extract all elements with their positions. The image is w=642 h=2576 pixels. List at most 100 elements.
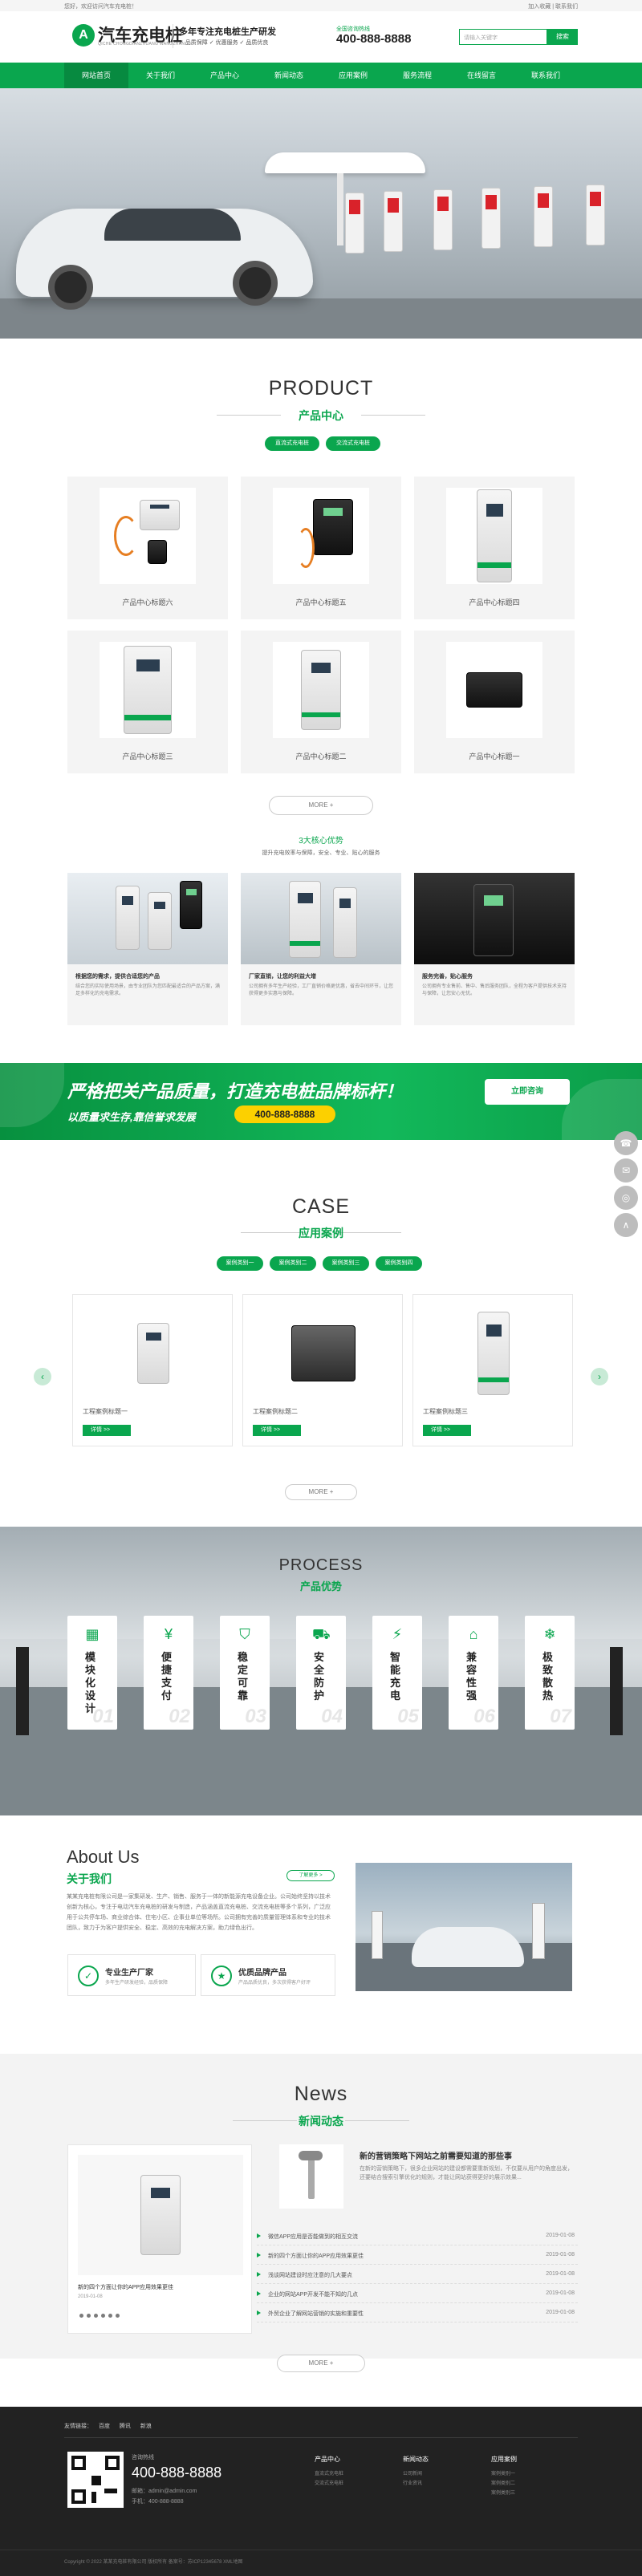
footer-col-item[interactable]: 案例类别三 [491, 2489, 515, 2496]
nav-item-message[interactable]: 在线留言 [449, 63, 514, 88]
case-name[interactable]: 工程案例标题三 [423, 1407, 468, 1416]
case-more-button[interactable]: MORE + [285, 1484, 357, 1500]
process-card[interactable]: ❄ 极致散热 07 [525, 1616, 575, 1730]
nav-item-products[interactable]: 产品中心 [193, 63, 257, 88]
friend-link[interactable]: 腾讯 [120, 2424, 131, 2429]
footer-col-item[interactable]: 公司新闻 [403, 2469, 422, 2477]
case-prev-arrow[interactable]: ‹ [34, 1368, 51, 1385]
phone-float-icon[interactable]: ☎ [614, 1131, 638, 1155]
mail-float-icon[interactable]: ✉ [614, 1158, 638, 1183]
process-card[interactable]: ▦ 模块化设计 01 [67, 1616, 117, 1730]
news-left-title[interactable]: 新的四个方面让你的APP应用效果更佳 [78, 2283, 173, 2291]
news-row[interactable]: 浅谈网站建设时应注意的几大要点 2019-01-08 [257, 2265, 578, 2284]
product-name[interactable]: 产品中心标题五 [241, 597, 401, 607]
product-name[interactable]: 产品中心标题六 [67, 597, 228, 607]
news-row[interactable]: 新的四个方面让你的APP应用效果更佳 2019-01-08 [257, 2245, 578, 2265]
nav-item-cases[interactable]: 应用案例 [321, 63, 385, 88]
product-card[interactable]: 产品中心标题六 [67, 477, 228, 619]
case-tab[interactable]: 案例类别一 [217, 1256, 263, 1271]
product-title-en: PRODUCT [268, 377, 374, 400]
case-tab[interactable]: 案例类别四 [376, 1256, 422, 1271]
search-button[interactable]: 搜索 [547, 29, 578, 45]
process-card[interactable]: ¥ 便捷支付 02 [144, 1616, 193, 1730]
product-name[interactable]: 产品中心标题一 [414, 751, 575, 761]
product-name[interactable]: 产品中心标题四 [414, 597, 575, 607]
product-card[interactable]: 产品中心标题三 [67, 631, 228, 773]
case-name[interactable]: 工程案例标题二 [253, 1407, 298, 1416]
news-dot[interactable] [79, 2314, 83, 2318]
news-dot[interactable] [87, 2314, 91, 2318]
case-card[interactable]: 工程案例标题二 详情 >> [242, 1294, 403, 1446]
news-feature-title[interactable]: 新的营销策略下网站之前需要知道的那些事 [360, 2149, 512, 2161]
product-more-button[interactable]: MORE + [269, 796, 373, 815]
news-row[interactable]: 微信APP应用是否能做到的相互交流 2019-01-08 [257, 2226, 578, 2245]
news-row[interactable]: 外贸企业了解网站营销的实施和重要性 2019-01-08 [257, 2303, 578, 2322]
footer-col-item[interactable]: 案例类别二 [491, 2479, 515, 2486]
case-detail-button[interactable]: 详情 >> [83, 1425, 131, 1436]
news-row-title[interactable]: 新的四个方面让你的APP应用效果更佳 [268, 2252, 364, 2260]
top-links[interactable]: 加入收藏 | 联系我们 [528, 2, 578, 10]
news-row[interactable]: 企业的网站APP开发不能不知的几点 2019-01-08 [257, 2284, 578, 2303]
process-card[interactable]: ⛟ 安全防护 04 [296, 1616, 346, 1730]
product-card[interactable]: 产品中心标题五 [241, 477, 401, 619]
news-feature-image[interactable] [279, 2144, 343, 2209]
search-input[interactable]: 请输入关键字 [459, 29, 547, 45]
case-name[interactable]: 工程案例标题一 [83, 1407, 128, 1416]
process-card[interactable]: ⌂ 兼容性强 06 [449, 1616, 498, 1730]
news-row-title[interactable]: 企业的网站APP开发不能不知的几点 [268, 2290, 358, 2298]
logo-icon[interactable]: A [72, 24, 95, 47]
advantage-title: 根据您的需求，提供合适您的产品 [75, 974, 160, 980]
footer-col-item[interactable]: 行业资讯 [403, 2479, 422, 2486]
friend-link[interactable]: 新浪 [140, 2424, 152, 2429]
case-tab[interactable]: 案例类别三 [323, 1256, 369, 1271]
footer-col-title[interactable]: 新闻动态 [403, 2455, 429, 2464]
news-dot[interactable] [108, 2314, 112, 2318]
feature-card: ✓ 专业生产厂家 多年生产研发经验，品质保障 [67, 1954, 196, 1996]
hero-banner[interactable] [0, 88, 642, 339]
case-detail-button[interactable]: 详情 >> [423, 1425, 471, 1436]
product-tab-dc[interactable]: 直流式充电桩 [265, 436, 319, 451]
product-card[interactable]: 产品中心标题一 [414, 631, 575, 773]
nav-item-news[interactable]: 新闻动态 [257, 63, 321, 88]
process-card[interactable]: ⚡ 智能充电 05 [372, 1616, 422, 1730]
product-name[interactable]: 产品中心标题三 [67, 751, 228, 761]
advantage-text: 公司拥有专业售前、售中、售后服务团队，全程为客户提供技术支持与保障，让您安心无忧… [422, 984, 567, 996]
feature-desc: 多年生产研发经验，品质保障 [105, 1981, 169, 1986]
nav-item-contact[interactable]: 联系我们 [514, 63, 578, 88]
case-card[interactable]: 工程案例标题三 详情 >> [412, 1294, 573, 1446]
footer-col-item[interactable]: 直流式充电桩 [315, 2469, 343, 2477]
nav-item-about[interactable]: 关于我们 [128, 63, 193, 88]
news-dot[interactable] [101, 2314, 105, 2318]
friend-links-label: 友情链接： [64, 2424, 92, 2429]
case-next-arrow[interactable]: › [591, 1368, 608, 1385]
news-row-title[interactable]: 浅谈网站建设时应注意的几大要点 [268, 2271, 352, 2279]
nav-item-home[interactable]: 网站首页 [64, 63, 128, 88]
news-feature-card[interactable]: 新的四个方面让你的APP应用效果更佳 2019-01-08 [67, 2144, 252, 2334]
news-dot[interactable] [116, 2314, 120, 2318]
product-card[interactable]: 产品中心标题四 [414, 477, 575, 619]
news-row-title[interactable]: 外贸企业了解网站营销的实施和重要性 [268, 2310, 364, 2318]
product-name[interactable]: 产品中心标题二 [241, 751, 401, 761]
about-more-button[interactable]: 了解更多 > [286, 1870, 335, 1881]
feature-title: 专业生产厂家 [105, 1969, 153, 1978]
news-more-button[interactable]: MORE + [277, 2355, 365, 2372]
case-tab[interactable]: 案例类别二 [270, 1256, 316, 1271]
consult-button[interactable]: 立即咨询 [485, 1079, 570, 1105]
process-bg-pillar [610, 1647, 623, 1735]
product-card[interactable]: 产品中心标题二 [241, 631, 401, 773]
process-card[interactable]: ⛉ 稳定可靠 03 [220, 1616, 270, 1730]
product-tab-ac[interactable]: 交流式充电桩 [326, 436, 380, 451]
nav-item-process[interactable]: 服务流程 [385, 63, 449, 88]
footer-col-title[interactable]: 产品中心 [315, 2455, 340, 2464]
footer-col-item[interactable]: 案例类别一 [491, 2469, 515, 2477]
friend-link[interactable]: 百度 [99, 2424, 110, 2429]
footer-col-title[interactable]: 应用案例 [491, 2455, 517, 2464]
footer-col-item[interactable]: 交流式充电桩 [315, 2479, 343, 2486]
top-bar: 您好，欢迎访问汽车充电桩！ 加入收藏 | 联系我们 [0, 0, 642, 11]
case-card[interactable]: 工程案例标题一 详情 >> [72, 1294, 233, 1446]
process-label: 便捷支付 [161, 1651, 173, 1702]
news-dot[interactable] [94, 2314, 98, 2318]
case-detail-button[interactable]: 详情 >> [253, 1425, 301, 1436]
news-row-date: 2019-01-08 [546, 2271, 575, 2277]
news-row-title[interactable]: 微信APP应用是否能做到的相互交流 [268, 2233, 358, 2241]
